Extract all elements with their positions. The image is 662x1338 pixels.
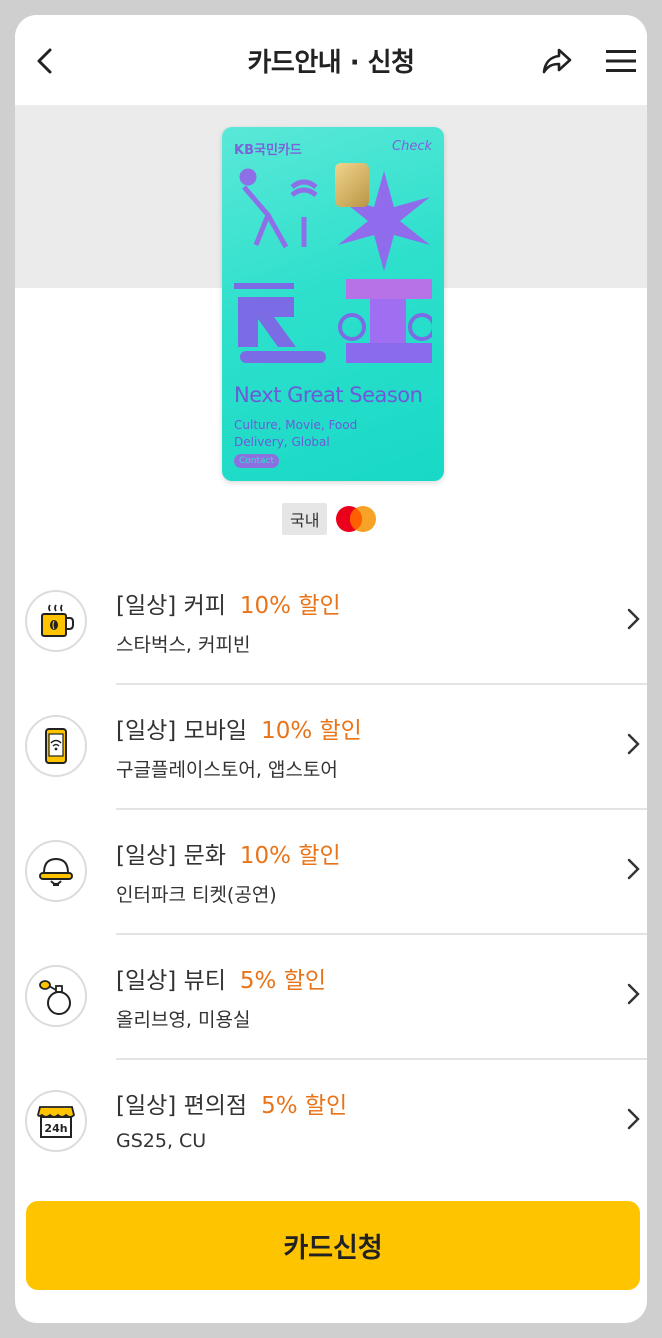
mastercard-logo bbox=[336, 506, 377, 532]
benefit-title: [일상] 커피 10% 할인 bbox=[116, 586, 341, 620]
perfume-icon bbox=[39, 980, 71, 1015]
benefit-discount: 10% 할인 bbox=[261, 718, 362, 744]
coffee-cup-icon bbox=[41, 604, 74, 637]
card-badges: 국내 bbox=[282, 503, 377, 535]
benefit-detail: 올리브영, 미용실 bbox=[116, 1009, 251, 1031]
card-tag: Contact bbox=[234, 454, 280, 468]
share-icon bbox=[542, 48, 572, 74]
page-title: 카드안내 · 신청 bbox=[247, 47, 415, 78]
benefit-category: [일상] 커피 bbox=[116, 593, 226, 619]
domestic-badge: 국내 bbox=[282, 503, 328, 535]
chevron-right-icon bbox=[627, 983, 640, 1005]
chevron-right-icon bbox=[627, 608, 640, 630]
benefit-category: [일상] 모바일 bbox=[116, 718, 248, 744]
card-image: KB국민카드 Check Next Great Season Culture, … bbox=[222, 127, 444, 481]
benefit-discount: 10% 할인 bbox=[239, 843, 341, 869]
benefit-category: [일상] 뷰티 bbox=[116, 968, 226, 994]
chevron-left-icon bbox=[37, 48, 52, 74]
share-button[interactable] bbox=[535, 39, 579, 83]
card-type: Check bbox=[392, 139, 432, 154]
apply-card-button[interactable]: 카드신청 bbox=[26, 1201, 640, 1290]
benefit-title: [일상] 뷰티 5% 할인 bbox=[116, 961, 326, 995]
benefit-item-culture[interactable]: [일상] 문화 10% 할인 인터파크 티켓(공연) bbox=[15, 810, 647, 935]
benefit-item-beauty[interactable]: [일상] 뷰티 5% 할인 올리브영, 미용실 bbox=[15, 935, 647, 1060]
benefit-detail: GS25, CU bbox=[116, 1130, 207, 1152]
hamburger-menu-icon bbox=[606, 50, 636, 72]
benefit-icon-wrap: 24h bbox=[25, 1090, 87, 1152]
menu-button[interactable] bbox=[599, 39, 643, 83]
benefit-detail: 스타벅스, 커피빈 bbox=[116, 634, 251, 656]
card-desc-line2: Delivery, Global bbox=[234, 435, 330, 449]
benefit-title: [일상] 편의점 5% 할인 bbox=[116, 1086, 347, 1120]
benefit-icon-wrap bbox=[25, 965, 87, 1027]
svg-text:24h: 24h bbox=[44, 1122, 67, 1135]
benefit-title: [일상] 문화 10% 할인 bbox=[116, 836, 341, 870]
back-button[interactable] bbox=[23, 39, 67, 83]
benefit-icon-wrap bbox=[25, 840, 87, 902]
card-brand: KB국민카드 bbox=[234, 143, 302, 158]
benefit-discount: 5% 할인 bbox=[239, 968, 327, 994]
chevron-right-icon bbox=[627, 1108, 640, 1130]
benefit-title: [일상] 모바일 10% 할인 bbox=[116, 711, 362, 745]
card-artwork bbox=[234, 168, 432, 363]
benefit-item-mobile[interactable]: [일상] 모바일 10% 할인 구글플레이스토어, 앱스토어 bbox=[15, 685, 647, 810]
chevron-right-icon bbox=[627, 733, 640, 755]
benefit-item-coffee[interactable]: [일상] 커피 10% 할인 스타벅스, 커피빈 bbox=[15, 560, 647, 685]
benefit-detail: 인터파크 티켓(공연) bbox=[116, 884, 277, 906]
benefit-detail: 구글플레이스토어, 앱스토어 bbox=[116, 759, 338, 781]
top-bar: 카드안내 · 신청 bbox=[15, 15, 647, 105]
benefit-discount: 10% 할인 bbox=[239, 593, 341, 619]
benefit-item-convenience-store[interactable]: 24h [일상] 편의점 5% 할인 GS25, CU bbox=[15, 1060, 647, 1185]
benefit-category: [일상] 문화 bbox=[116, 843, 226, 869]
benefit-category: [일상] 편의점 bbox=[116, 1093, 248, 1119]
card-desc-line1: Culture, Movie, Food bbox=[234, 418, 358, 432]
benefit-discount: 5% 할인 bbox=[261, 1093, 348, 1119]
theater-icon bbox=[39, 857, 73, 886]
benefit-icon-wrap bbox=[25, 590, 87, 652]
app-frame: 카드안내 · 신청 KB국민카드 Check Next Great Season… bbox=[15, 15, 647, 1323]
chevron-right-icon bbox=[627, 858, 640, 880]
smartphone-icon bbox=[45, 728, 67, 764]
benefit-icon-wrap bbox=[25, 715, 87, 777]
card-slogan: Next Great Season bbox=[234, 383, 423, 407]
store-24h-icon: 24h bbox=[37, 1106, 75, 1138]
card-chip bbox=[335, 163, 369, 207]
